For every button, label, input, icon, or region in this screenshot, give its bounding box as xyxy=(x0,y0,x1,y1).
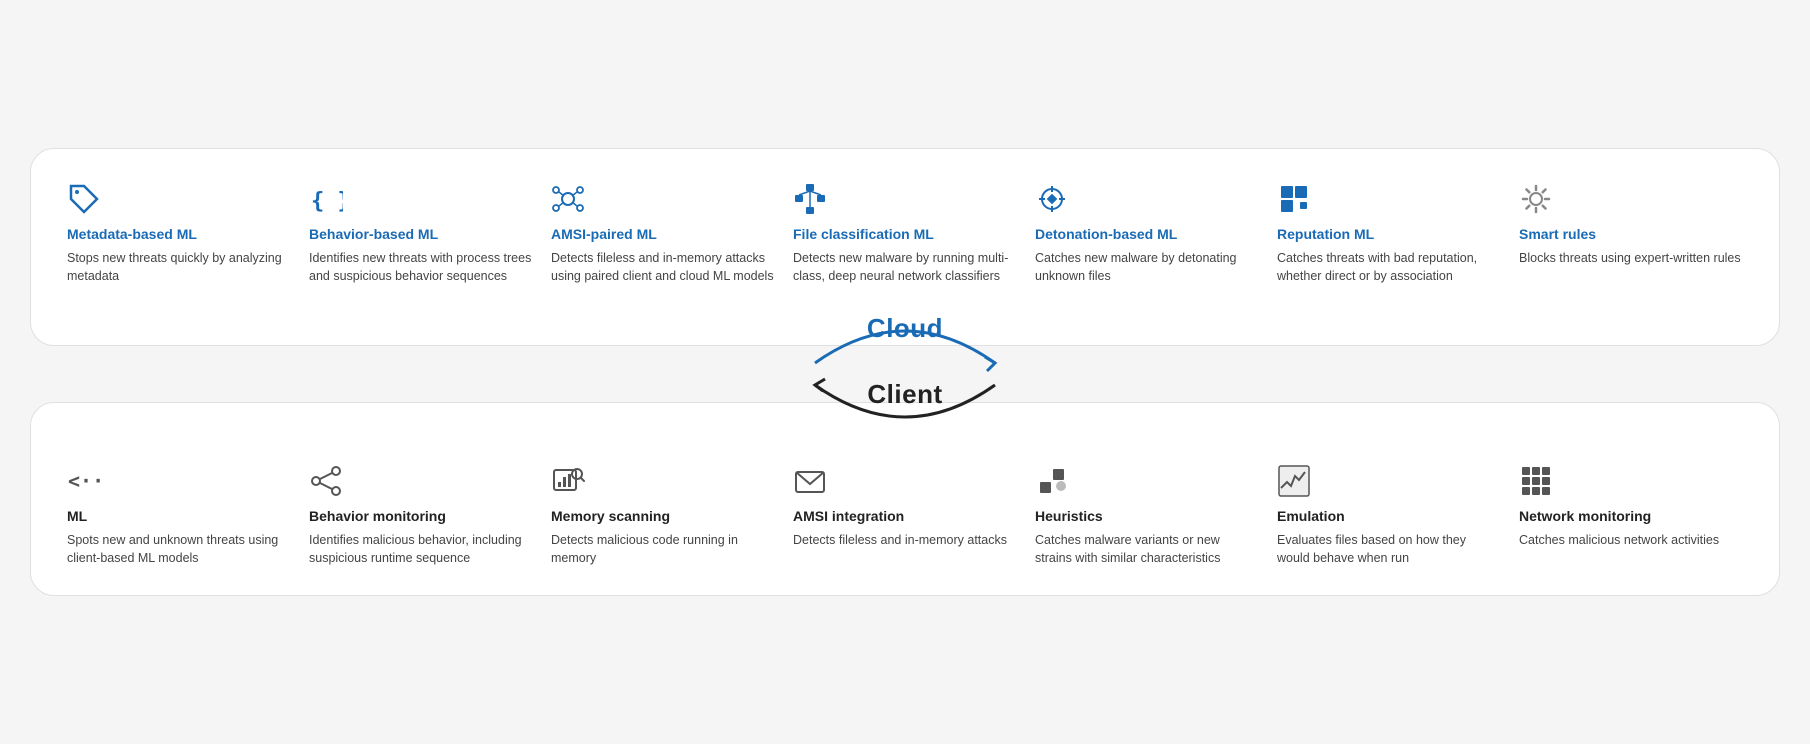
item-reputation-ml: Reputation ML Catches threats with bad re… xyxy=(1277,181,1519,285)
item-title-network-monitoring: Network monitoring xyxy=(1519,507,1743,525)
item-desc-memory-scanning: Detects malicious code running in memory xyxy=(551,531,775,567)
squares-icon xyxy=(1277,181,1501,217)
item-desc-amsi-ml: Detects fileless and in-memory attacks u… xyxy=(551,249,775,285)
item-title-memory-scanning: Memory scanning xyxy=(551,507,775,525)
client-label: Client xyxy=(867,379,942,410)
tag-icon xyxy=(67,181,291,217)
item-title-heuristics: Heuristics xyxy=(1035,507,1259,525)
item-desc-ml-client: Spots new and unknown threats using clie… xyxy=(67,531,291,567)
client-items-row: <···> ML Spots new and unknown threats us… xyxy=(67,463,1743,567)
item-desc-emulation: Evaluates files based on how they would … xyxy=(1277,531,1501,567)
item-metadata-ml: Metadata-based ML Stops new threats quick… xyxy=(67,181,309,285)
item-network-monitoring: Network monitoring Catches malicious netw… xyxy=(1519,463,1743,567)
hierarchy-icon xyxy=(793,181,1017,217)
svg-text:<···>: <···> xyxy=(68,469,101,493)
item-title-detonation-ml: Detonation-based ML xyxy=(1035,225,1259,243)
item-amsi-integration: AMSI integration Detects fileless and in-… xyxy=(793,463,1035,567)
item-behavior-ml: { } Behavior-based ML Identifies new threa… xyxy=(309,181,551,285)
item-behavior-monitoring: Behavior monitoring Identifies malicious … xyxy=(309,463,551,567)
item-detonation-ml: Detonation-based ML Catches new malware b… xyxy=(1035,181,1277,285)
item-ml-client: <···> ML Spots new and unknown threats us… xyxy=(67,463,309,567)
item-heuristics: Heuristics Catches malware variants or ne… xyxy=(1035,463,1277,567)
item-title-behavior-monitoring: Behavior monitoring xyxy=(309,507,533,525)
item-title-emulation: Emulation xyxy=(1277,507,1501,525)
item-title-ml-client: ML xyxy=(67,507,291,525)
share-icon xyxy=(309,463,533,499)
item-title-behavior-ml: Behavior-based ML xyxy=(309,225,533,243)
item-title-reputation-ml: Reputation ML xyxy=(1277,225,1501,243)
cloud-label-area: Cloud xyxy=(795,309,1015,373)
item-desc-heuristics: Catches malware variants or new strains … xyxy=(1035,531,1259,567)
item-title-amsi-integration: AMSI integration xyxy=(793,507,1017,525)
item-desc-detonation-ml: Catches new malware by detonating unknow… xyxy=(1035,249,1259,285)
item-title-metadata-ml: Metadata-based ML xyxy=(67,225,291,243)
dots-icon xyxy=(1035,463,1259,499)
crosshair-icon xyxy=(1035,181,1259,217)
cloud-items-row: Metadata-based ML Stops new threats quick… xyxy=(67,181,1743,285)
item-desc-behavior-monitoring: Identifies malicious behavior, including… xyxy=(309,531,533,567)
item-memory-scanning: Memory scanning Detects malicious code ru… xyxy=(551,463,793,567)
item-desc-network-monitoring: Catches malicious network activities xyxy=(1519,531,1743,549)
item-desc-amsi-integration: Detects fileless and in-memory attacks xyxy=(793,531,1017,549)
item-file-class-ml: File classification ML Detects new malwar… xyxy=(793,181,1035,285)
cloud-panel: Metadata-based ML Stops new threats quick… xyxy=(30,148,1780,346)
client-panel: Client <···> MLSpots new and unknown thr… xyxy=(30,402,1780,596)
item-desc-metadata-ml: Stops new threats quickly by analyzing m… xyxy=(67,249,291,285)
item-desc-behavior-ml: Identifies new threats with process tree… xyxy=(309,249,533,285)
gear-icon xyxy=(1519,181,1743,217)
grid-icon xyxy=(1519,463,1743,499)
item-emulation: Emulation Evaluates files based on how th… xyxy=(1277,463,1519,567)
item-title-smart-rules: Smart rules xyxy=(1519,225,1743,243)
item-title-file-class-ml: File classification ML xyxy=(793,225,1017,243)
item-smart-rules: Smart rules Blocks threats using expert-w… xyxy=(1519,181,1743,285)
chart-search-icon xyxy=(551,463,775,499)
item-title-amsi-ml: AMSI-paired ML xyxy=(551,225,775,243)
svg-text:{ }: { } xyxy=(311,189,343,214)
main-container: Metadata-based ML Stops new threats quick… xyxy=(30,148,1780,597)
cloud-label: Cloud xyxy=(867,313,943,344)
item-desc-smart-rules: Blocks threats using expert-written rule… xyxy=(1519,249,1743,267)
item-desc-reputation-ml: Catches threats with bad reputation, whe… xyxy=(1277,249,1501,285)
chart-wave-icon xyxy=(1277,463,1501,499)
braces-icon: { } xyxy=(309,181,533,217)
client-label-area: Client xyxy=(795,375,1015,439)
ml-client-icon: <···> xyxy=(67,463,291,499)
item-desc-file-class-ml: Detects new malware by running multi-cla… xyxy=(793,249,1017,285)
item-amsi-ml: AMSI-paired ML Detects fileless and in-me… xyxy=(551,181,793,285)
network-icon xyxy=(551,181,775,217)
envelope-icon xyxy=(793,463,1017,499)
